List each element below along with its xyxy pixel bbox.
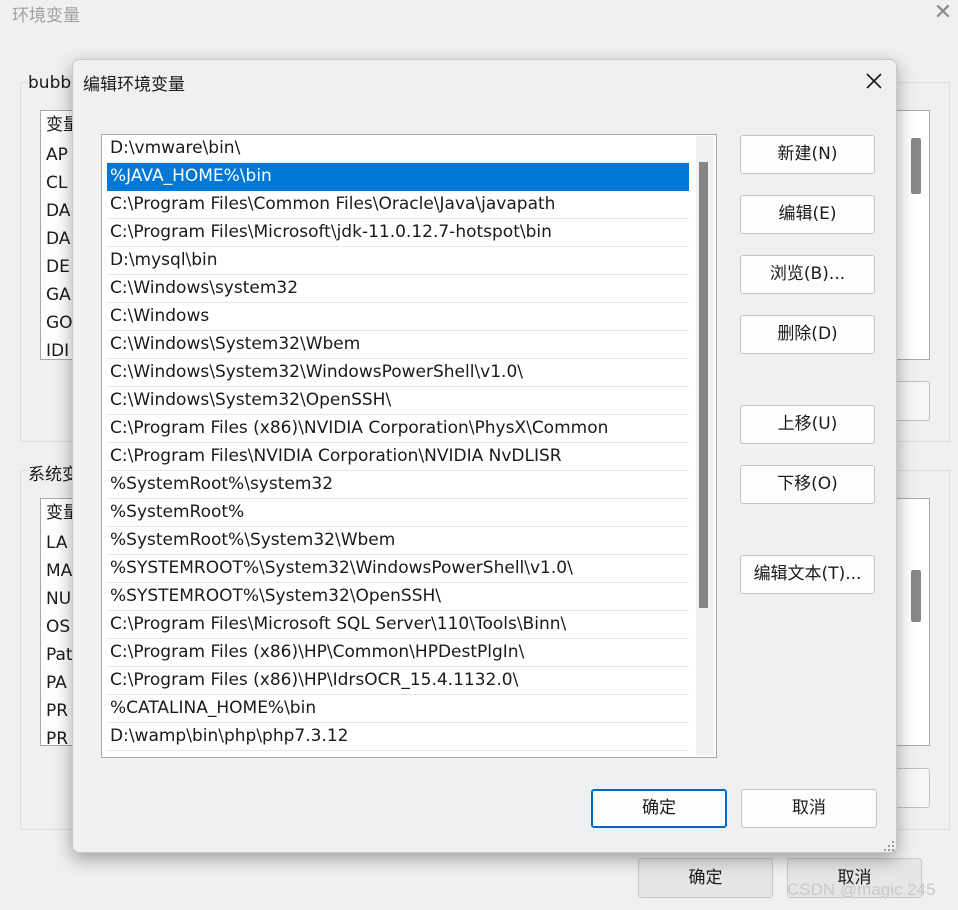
close-icon[interactable] [859, 66, 889, 96]
browse-button[interactable]: 浏览(B)... [740, 255, 875, 294]
path-entry[interactable]: C:\Program Files\Common Files\Oracle\Jav… [107, 191, 689, 219]
move-up-button[interactable]: 上移(U) [740, 405, 875, 444]
path-entry[interactable]: C:\Program Files (x86)\NVIDIA Corporatio… [107, 415, 689, 443]
path-list-scrollbar-thumb[interactable] [699, 162, 708, 608]
path-entry[interactable]: %SYSTEMROOT%\System32\OpenSSH\ [107, 583, 689, 611]
path-entry[interactable]: D:\mysql\bin [107, 247, 689, 275]
delete-button[interactable]: 删除(D) [740, 315, 875, 354]
move-down-button[interactable]: 下移(O) [740, 465, 875, 504]
system-list-scrollbar[interactable] [911, 570, 921, 622]
path-entry[interactable]: %CATALINA_HOME%\bin [107, 695, 689, 723]
window-title: 环境变量 [12, 6, 80, 26]
path-entry[interactable]: C:\Program Files (x86)\HP\Common\HPDestP… [107, 639, 689, 667]
watermark: CSDN @magic 245 [787, 880, 936, 899]
user-variables-label: bubb [28, 73, 76, 93]
edit-button[interactable]: 编辑(E) [740, 195, 875, 234]
path-entry[interactable]: C:\Windows\system32 [107, 275, 689, 303]
path-entry[interactable]: C:\Windows\System32\WindowsPowerShell\v1… [107, 359, 689, 387]
path-entry[interactable]: %SystemRoot%\System32\Wbem [107, 527, 689, 555]
path-entry[interactable]: C:\Windows\System32\OpenSSH\ [107, 387, 689, 415]
path-entry[interactable]: C:\Windows\System32\Wbem [107, 331, 689, 359]
path-entries-list[interactable]: D:\vmware\bin\ %JAVA_HOME%\bin C:\Program … [101, 134, 717, 758]
path-entry[interactable]: %SYSTEMROOT%\System32\WindowsPowerShell\… [107, 555, 689, 583]
path-entry[interactable]: D:\vmware\bin\ [107, 135, 689, 163]
path-entry[interactable]: C:\Program Files\Microsoft\jdk-11.0.12.7… [107, 219, 689, 247]
edit-env-variable-dialog: 编辑环境变量 D:\vmware\bin\ %JAVA_HOME%\bin C:\P… [72, 59, 897, 853]
path-entry[interactable]: %SystemRoot%\system32 [107, 471, 689, 499]
close-icon[interactable]: ✕ [930, 2, 956, 24]
path-entry[interactable]: C:\Program Files\Microsoft SQL Server\11… [107, 611, 689, 639]
edit-text-button[interactable]: 编辑文本(T)... [740, 555, 875, 594]
path-entry[interactable]: C:\Program Files\NVIDIA Corporation\NVID… [107, 443, 689, 471]
path-entry[interactable]: %SystemRoot% [107, 499, 689, 527]
user-list-scrollbar[interactable] [911, 138, 921, 194]
ok-button[interactable]: 确定 [591, 789, 727, 828]
path-entry[interactable]: C:\Program Files (x86)\HP\IdrsOCR_15.4.1… [107, 667, 689, 695]
path-entry[interactable]: C:\Windows [107, 303, 689, 331]
cancel-button[interactable]: 取消 [741, 789, 877, 828]
window-ok-button[interactable]: 确定 [638, 858, 773, 898]
dialog-title: 编辑环境变量 [83, 75, 185, 95]
path-entry[interactable]: %JAVA_HOME%\bin [107, 163, 689, 191]
new-button[interactable]: 新建(N) [740, 135, 875, 174]
path-entry[interactable]: D:\wamp\bin\php\php7.3.12 [107, 723, 689, 751]
resize-grip-icon[interactable] [881, 837, 895, 851]
